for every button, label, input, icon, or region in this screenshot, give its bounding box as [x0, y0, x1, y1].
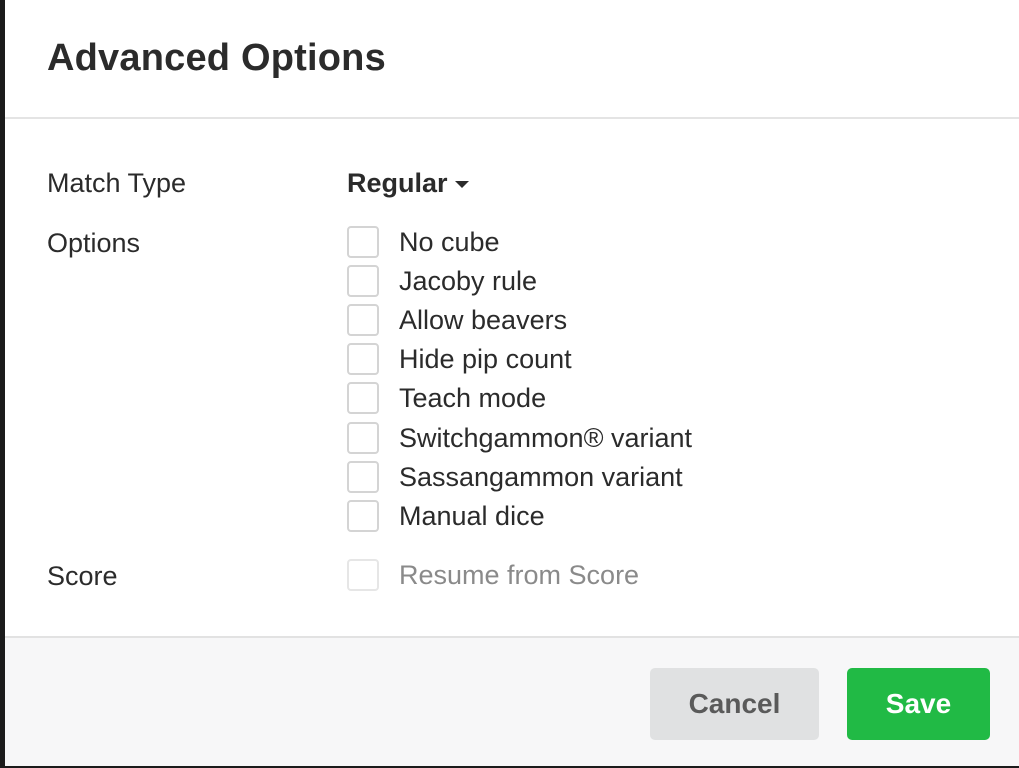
dialog-footer: Cancel Save: [5, 636, 1019, 766]
option-label: Resume from Score: [399, 560, 640, 590]
checkbox-disabled: [347, 559, 379, 591]
option-no-cube[interactable]: No cube: [347, 225, 500, 259]
dialog-header: Advanced Options: [5, 0, 1019, 119]
checkbox[interactable]: [347, 422, 379, 454]
checkbox[interactable]: [347, 304, 379, 336]
checkbox[interactable]: [347, 500, 379, 532]
checkbox[interactable]: [347, 265, 379, 297]
options-label: Options: [47, 228, 141, 258]
option-label: Jacoby rule: [399, 266, 538, 296]
match-type-label: Match Type: [47, 168, 187, 198]
option-label: Hide pip count: [399, 344, 572, 374]
option-allow-beavers[interactable]: Allow beavers: [347, 303, 567, 337]
option-resume-from-score: Resume from Score: [347, 558, 639, 592]
checkbox[interactable]: [347, 461, 379, 493]
score-label: Score: [47, 561, 118, 591]
option-label: Switchgammon® variant: [399, 423, 693, 453]
option-label: Allow beavers: [399, 305, 568, 335]
option-jacoby-rule[interactable]: Jacoby rule: [347, 264, 537, 298]
option-manual-dice[interactable]: Manual dice: [347, 499, 545, 533]
option-label: Teach mode: [399, 383, 547, 413]
checkbox[interactable]: [347, 343, 379, 375]
save-button[interactable]: Save: [847, 668, 990, 740]
advanced-options-dialog: Advanced Options Match Type Regular Opti…: [5, 0, 1019, 766]
option-teach-mode[interactable]: Teach mode: [347, 381, 546, 415]
match-type-dropdown[interactable]: Regular: [347, 167, 469, 199]
match-type-value: Regular: [347, 168, 448, 198]
option-hide-pip-count[interactable]: Hide pip count: [347, 342, 572, 376]
caret-down-icon: [454, 181, 469, 188]
option-label: No cube: [399, 227, 500, 257]
checkbox[interactable]: [347, 226, 379, 258]
option-label: Sassangammon variant: [399, 462, 683, 492]
option-label: Manual dice: [399, 501, 545, 531]
dialog-title: Advanced Options: [47, 37, 386, 79]
option-sassangammon-variant[interactable]: Sassangammon variant: [347, 460, 683, 494]
option-switchgammon-variant[interactable]: Switchgammon® variant: [347, 421, 692, 455]
checkbox[interactable]: [347, 382, 379, 414]
cancel-button[interactable]: Cancel: [650, 668, 819, 740]
